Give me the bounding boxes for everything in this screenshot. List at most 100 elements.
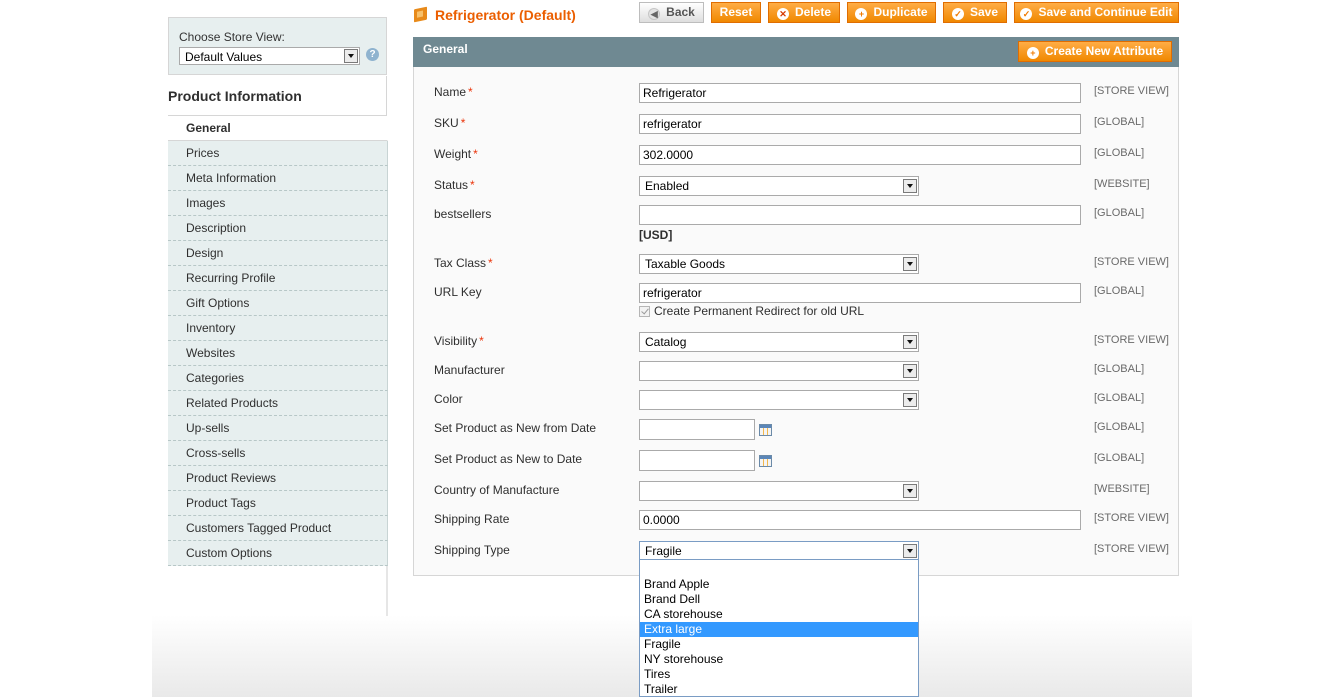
tab-up-sells[interactable]: Up-sells	[168, 416, 388, 441]
delete-icon: ✕	[776, 8, 789, 20]
country-label: Country of Manufacture	[434, 483, 560, 497]
delete-button[interactable]: ✕ Delete	[768, 2, 840, 23]
manufacturer-label: Manufacturer	[434, 363, 505, 377]
sku-input[interactable]: refrigerator	[639, 114, 1081, 134]
color-select[interactable]	[639, 390, 919, 410]
country-select[interactable]	[639, 481, 919, 501]
save-and-continue-button[interactable]: ✓ Save and Continue Edit	[1014, 2, 1179, 23]
name-input[interactable]: Refrigerator	[639, 83, 1081, 103]
form-row-weight: Weight * 302.0000 [GLOBAL]	[414, 145, 1178, 169]
weight-input[interactable]: 302.0000	[639, 145, 1081, 165]
tab-prices[interactable]: Prices	[168, 141, 388, 166]
chevron-down-icon[interactable]	[903, 335, 917, 349]
fieldset-header: General + Create New Attribute	[413, 37, 1179, 67]
page-title-text: Refrigerator (Default)	[435, 7, 576, 23]
form-row-new-from-date: Set Product as New from Date [GLOBAL]	[414, 419, 1178, 443]
permanent-redirect-option: Create Permanent Redirect for old URL	[639, 304, 864, 318]
color-label: Color	[434, 392, 463, 406]
dropdown-option[interactable]: Brand Dell	[640, 592, 918, 607]
status-label: Status *	[434, 178, 475, 192]
bestsellers-input[interactable]	[639, 205, 1081, 225]
required-marker: *	[488, 256, 493, 270]
permanent-redirect-checkbox[interactable]	[639, 306, 650, 317]
form-row-bestsellers: bestsellers [USD] [GLOBAL]	[414, 205, 1178, 245]
dropdown-option-empty[interactable]	[640, 560, 918, 577]
dropdown-option[interactable]: NY storehouse	[640, 652, 918, 667]
form-row-manufacturer: Manufacturer [GLOBAL]	[414, 361, 1178, 385]
new-to-date-scope: [GLOBAL]	[1094, 452, 1145, 464]
required-marker: *	[468, 85, 473, 99]
tab-meta-information[interactable]: Meta Information	[168, 166, 388, 191]
chevron-down-icon[interactable]	[903, 544, 917, 558]
chevron-down-icon[interactable]	[344, 49, 358, 63]
manufacturer-scope: [GLOBAL]	[1094, 363, 1145, 375]
url-key-label: URL Key	[434, 285, 482, 299]
tab-product-tags[interactable]: Product Tags	[168, 491, 388, 516]
help-icon[interactable]: ?	[366, 48, 379, 61]
shipping-rate-scope: [STORE VIEW]	[1094, 512, 1169, 524]
dropdown-option[interactable]: Trailer	[640, 682, 918, 696]
required-marker: *	[470, 178, 475, 192]
chevron-down-icon[interactable]	[903, 364, 917, 378]
arrow-left-icon: ◀	[648, 8, 661, 20]
dropdown-option-highlighted[interactable]: Extra large	[640, 622, 918, 637]
status-select[interactable]: Enabled	[639, 176, 919, 196]
save-button[interactable]: ✓ Save	[943, 2, 1007, 23]
calendar-icon[interactable]	[759, 455, 772, 467]
tab-customers-tagged-product[interactable]: Customers Tagged Product	[168, 516, 388, 541]
dropdown-option[interactable]: Tires	[640, 667, 918, 682]
dropdown-option[interactable]: Fragile	[640, 637, 918, 652]
new-to-date-input[interactable]	[639, 450, 755, 471]
required-marker: *	[460, 116, 466, 130]
reset-button[interactable]: Reset	[711, 2, 761, 23]
form-row-url-key: URL Key refrigerator Create Permanent Re…	[414, 283, 1178, 323]
duplicate-button[interactable]: + Duplicate	[847, 2, 936, 23]
required-marker: *	[473, 147, 478, 161]
fieldset-title: General	[423, 42, 468, 56]
dropdown-option[interactable]: Brand Apple	[640, 577, 918, 592]
create-new-attribute-label: Create New Attribute	[1044, 44, 1164, 58]
tab-categories[interactable]: Categories	[168, 366, 388, 391]
name-label: Name *	[434, 85, 473, 99]
form-row-color: Color [GLOBAL]	[414, 390, 1178, 414]
back-button[interactable]: ◀ Back	[639, 2, 704, 23]
tab-images[interactable]: Images	[168, 191, 388, 216]
chevron-down-icon[interactable]	[903, 484, 917, 498]
product-box-icon	[414, 6, 427, 23]
save-button-label: Save	[969, 5, 999, 19]
tab-websites[interactable]: Websites	[168, 341, 388, 366]
manufacturer-select[interactable]	[639, 361, 919, 381]
create-new-attribute-button[interactable]: + Create New Attribute	[1018, 41, 1172, 62]
visibility-label: Visibility *	[434, 334, 484, 348]
store-switcher-label: Choose Store View:	[179, 30, 285, 44]
permanent-redirect-label: Create Permanent Redirect for old URL	[654, 304, 865, 318]
url-key-input[interactable]: refrigerator	[639, 283, 1081, 303]
store-switcher: Choose Store View: Default Values ?	[168, 17, 387, 75]
dropdown-option[interactable]: CA storehouse	[640, 607, 918, 622]
new-from-date-input[interactable]	[639, 419, 755, 440]
back-button-label: Back	[666, 5, 695, 19]
shipping-rate-input[interactable]: 0.0000	[639, 510, 1081, 530]
tab-related-products[interactable]: Related Products	[168, 391, 388, 416]
tax-class-select[interactable]: Taxable Goods	[639, 254, 919, 274]
tab-design[interactable]: Design	[168, 241, 388, 266]
tab-inventory[interactable]: Inventory	[168, 316, 388, 341]
chevron-down-icon[interactable]	[903, 257, 917, 271]
tab-custom-options[interactable]: Custom Options	[168, 541, 388, 566]
tab-product-reviews[interactable]: Product Reviews	[168, 466, 388, 491]
tab-general[interactable]: General	[168, 116, 388, 141]
store-view-select[interactable]: Default Values	[179, 47, 360, 65]
form-row-tax-class: Tax Class * Taxable Goods [STORE VIEW]	[414, 254, 1178, 278]
tab-gift-options[interactable]: Gift Options	[168, 291, 388, 316]
chevron-down-icon[interactable]	[903, 393, 917, 407]
calendar-icon[interactable]	[759, 424, 772, 436]
tab-recurring-profile[interactable]: Recurring Profile	[168, 266, 388, 291]
duplicate-button-label: Duplicate	[873, 5, 928, 19]
tab-description[interactable]: Description	[168, 216, 388, 241]
visibility-select[interactable]: Catalog	[639, 332, 919, 352]
sku-scope: [GLOBAL]	[1094, 116, 1145, 128]
tab-cross-sells[interactable]: Cross-sells	[168, 441, 388, 466]
chevron-down-icon[interactable]	[903, 179, 917, 193]
shipping-type-select[interactable]: Fragile	[639, 541, 919, 561]
form-row-new-to-date: Set Product as New to Date [GLOBAL]	[414, 450, 1178, 474]
